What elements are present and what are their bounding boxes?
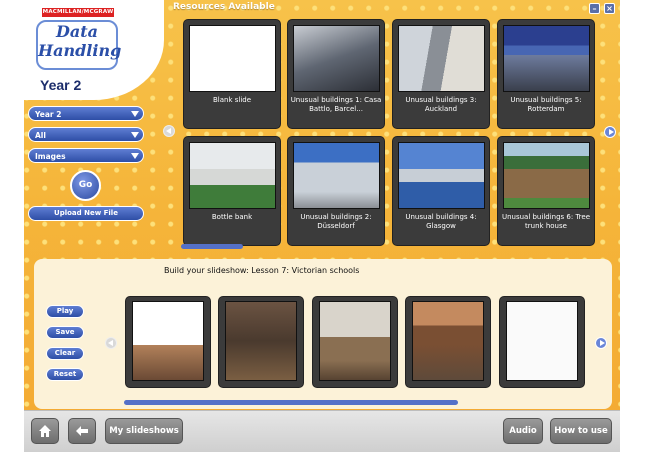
type-dropdown-value: Images: [35, 152, 66, 161]
resource-label: Unusual buildings 5: Rotterdam: [510, 96, 582, 113]
home-button[interactable]: [31, 418, 59, 444]
slide-thumbnail: [506, 301, 578, 381]
clear-button[interactable]: Clear: [46, 347, 84, 360]
chevron-down-icon: [131, 153, 139, 159]
chevron-down-icon: [131, 132, 139, 138]
window-title: Resources Available: [173, 2, 275, 12]
logo-line-2: Handling: [38, 41, 122, 60]
resource-thumbnail: [293, 142, 380, 209]
my-slideshows-button[interactable]: My slideshows: [105, 418, 183, 444]
year-label: Year 2: [40, 77, 82, 93]
year-dropdown[interactable]: Year 2: [28, 106, 144, 121]
resource-thumbnail: [398, 25, 485, 92]
resources-next-arrow-icon[interactable]: [604, 126, 616, 138]
slide-card[interactable]: [125, 296, 211, 388]
resource-card[interactable]: Unusual buildings 2: Düsseldorf: [287, 136, 385, 246]
audio-button[interactable]: Audio: [503, 418, 543, 444]
home-icon: [39, 425, 51, 437]
resource-label: Unusual buildings 2: Düsseldorf: [300, 213, 372, 230]
slide-card[interactable]: [312, 296, 398, 388]
back-arrow-icon: [76, 426, 88, 436]
resources-prev-arrow-icon[interactable]: [163, 125, 175, 137]
play-button[interactable]: Play: [46, 305, 84, 318]
chevron-down-icon: [131, 111, 139, 117]
resource-thumbnail: [503, 142, 590, 209]
close-icon[interactable]: ×: [604, 3, 615, 14]
slideshow-title: Build your slideshow: Lesson 7: Victoria…: [164, 266, 360, 275]
slide-thumbnail: [132, 301, 204, 381]
resource-label: Unusual buildings 1: Casa Battlo, Barcel…: [290, 96, 382, 113]
slides-scrollbar[interactable]: [124, 400, 458, 405]
resource-card[interactable]: Bottle bank: [183, 136, 281, 246]
year-dropdown-value: Year 2: [35, 110, 62, 119]
slide-thumbnail: [319, 301, 391, 381]
resource-card[interactable]: Unusual buildings 4: Glasgow: [392, 136, 490, 246]
resource-label: Unusual buildings 6: Tree trunk house: [501, 213, 591, 230]
resource-card[interactable]: Unusual buildings 5: Rotterdam: [497, 19, 595, 129]
publisher-logo: MACMILLAN/MCGRAW: [42, 8, 114, 17]
reset-button[interactable]: Reset: [46, 368, 84, 381]
slides-prev-arrow-icon[interactable]: [105, 337, 117, 349]
resource-card[interactable]: Unusual buildings 3: Auckland: [392, 19, 490, 129]
title-bar: Resources Available – ×: [168, 0, 620, 16]
category-dropdown[interactable]: All: [28, 127, 144, 142]
app-window: Resources Available – × MACMILLAN/MCGRAW…: [0, 0, 646, 452]
back-button[interactable]: [68, 418, 96, 444]
slide-card[interactable]: [218, 296, 304, 388]
go-button[interactable]: Go: [70, 170, 101, 201]
app-logo: Data Handling: [36, 20, 122, 70]
resource-label: Blank slide: [212, 96, 252, 104]
resource-card[interactable]: Blank slide: [183, 19, 281, 129]
resource-card[interactable]: Unusual buildings 1: Casa Battlo, Barcel…: [287, 19, 385, 129]
resource-thumbnail: [503, 25, 590, 92]
slide-card[interactable]: [405, 296, 491, 388]
resource-label: Bottle bank: [211, 213, 253, 221]
type-dropdown[interactable]: Images: [28, 148, 144, 163]
slide-card[interactable]: [499, 296, 585, 388]
resource-label: Unusual buildings 4: Glasgow: [405, 213, 477, 230]
slide-thumbnail: [412, 301, 484, 381]
category-dropdown-value: All: [35, 131, 46, 140]
slides-next-arrow-icon[interactable]: [595, 337, 607, 349]
resource-thumbnail: [398, 142, 485, 209]
resource-thumbnail: [189, 142, 276, 209]
resource-label: Unusual buildings 3: Auckland: [405, 96, 477, 113]
upload-button[interactable]: Upload New File: [28, 206, 144, 221]
resource-thumbnail: [189, 25, 276, 92]
resource-card[interactable]: Unusual buildings 6: Tree trunk house: [497, 136, 595, 246]
how-to-use-button[interactable]: How to use: [550, 418, 612, 444]
resource-thumbnail: [293, 25, 380, 92]
slide-thumbnail: [225, 301, 297, 381]
minimize-icon[interactable]: –: [589, 3, 600, 14]
logo-line-1: Data: [56, 22, 98, 41]
save-button[interactable]: Save: [46, 326, 84, 339]
resources-scrollbar[interactable]: [181, 244, 243, 249]
